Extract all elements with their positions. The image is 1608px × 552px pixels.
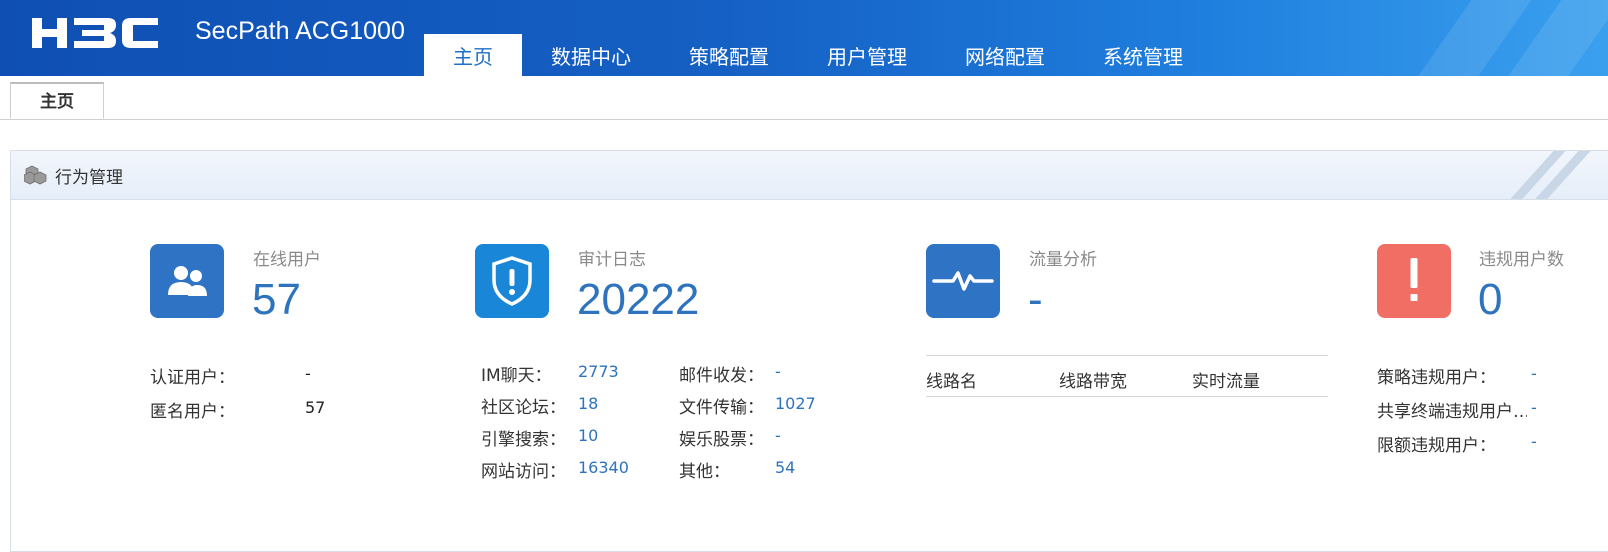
- quota-violation-label: 限额违规用户：: [1377, 436, 1496, 456]
- product-name: SecPath ACG1000: [195, 17, 405, 45]
- auth-users-label: 认证用户：: [150, 368, 235, 388]
- search-engine-value[interactable]: 10: [578, 426, 598, 445]
- quota-violation-value[interactable]: -: [1531, 432, 1537, 451]
- email-label: 邮件收发：: [679, 366, 764, 386]
- shared-terminal-violation-value[interactable]: -: [1531, 398, 1537, 417]
- audit-log-label: 审计日志: [578, 250, 646, 270]
- main-nav: 主页 数据中心 策略配置 用户管理 网络配置 系统管理: [424, 34, 1212, 76]
- page-tab-home[interactable]: 主页: [10, 82, 104, 119]
- top-header: SecPath ACG1000 主页 数据中心 策略配置 用户管理 网络配置 系…: [0, 0, 1608, 76]
- entertainment-label: 娱乐股票：: [679, 430, 764, 450]
- online-users-label: 在线用户: [253, 250, 321, 270]
- col-line-bandwidth: 线路带宽: [1059, 372, 1127, 392]
- file-transfer-value[interactable]: 1027: [775, 394, 816, 413]
- entertainment-value[interactable]: -: [775, 426, 781, 445]
- im-chat-value[interactable]: 2773: [578, 362, 619, 381]
- other-value[interactable]: 54: [775, 458, 795, 477]
- behavior-management-panel: 行为管理: [10, 150, 1608, 552]
- audit-log-value[interactable]: 20222: [577, 278, 699, 322]
- violations-value[interactable]: 0: [1478, 278, 1502, 322]
- search-engine-label: 引擎搜索：: [481, 430, 566, 450]
- nav-network-config[interactable]: 网络配置: [936, 34, 1074, 76]
- forum-label: 社区论坛：: [481, 398, 566, 418]
- file-transfer-label: 文件传输：: [679, 398, 764, 418]
- im-chat-label: IM聊天：: [481, 366, 552, 386]
- other-label: 其他：: [679, 462, 730, 482]
- page-tab-bar: 主页: [0, 76, 1608, 120]
- cubes-icon: [24, 165, 47, 185]
- nav-user-management[interactable]: 用户管理: [798, 34, 936, 76]
- col-line-name: 线路名: [926, 372, 977, 392]
- violations-label: 违规用户数: [1479, 250, 1564, 270]
- nav-home[interactable]: 主页: [424, 34, 522, 76]
- col-realtime-traffic: 实时流量: [1192, 372, 1260, 392]
- email-value[interactable]: -: [775, 362, 781, 381]
- panel-header: 行为管理: [11, 151, 1608, 200]
- traffic-table-header-border: [926, 396, 1328, 397]
- pulse-icon[interactable]: [926, 244, 1000, 318]
- shield-alert-icon[interactable]: [475, 244, 549, 318]
- panel-title: 行为管理: [55, 168, 123, 188]
- online-users-value[interactable]: 57: [252, 278, 301, 322]
- policy-violation-value[interactable]: -: [1531, 364, 1537, 383]
- h3c-logo: [32, 18, 158, 48]
- policy-violation-label: 策略违规用户：: [1377, 368, 1496, 388]
- online-users-icon[interactable]: [150, 244, 224, 318]
- traffic-table-top-border: [926, 355, 1328, 356]
- nav-policy-config[interactable]: 策略配置: [660, 34, 798, 76]
- traffic-label: 流量分析: [1029, 250, 1097, 270]
- web-access-value[interactable]: 16340: [578, 458, 629, 477]
- forum-value[interactable]: 18: [578, 394, 598, 413]
- shared-terminal-violation-label: 共享终端违规用户…: [1377, 402, 1527, 422]
- alert-icon[interactable]: [1377, 244, 1451, 318]
- nav-system-management[interactable]: 系统管理: [1074, 34, 1212, 76]
- nav-data-center[interactable]: 数据中心: [522, 34, 660, 76]
- anon-users-label: 匿名用户：: [150, 402, 235, 422]
- anon-users-value: 57: [305, 398, 326, 417]
- traffic-value[interactable]: -: [1028, 278, 1043, 322]
- auth-users-value: -: [305, 364, 311, 383]
- web-access-label: 网站访问：: [481, 462, 566, 482]
